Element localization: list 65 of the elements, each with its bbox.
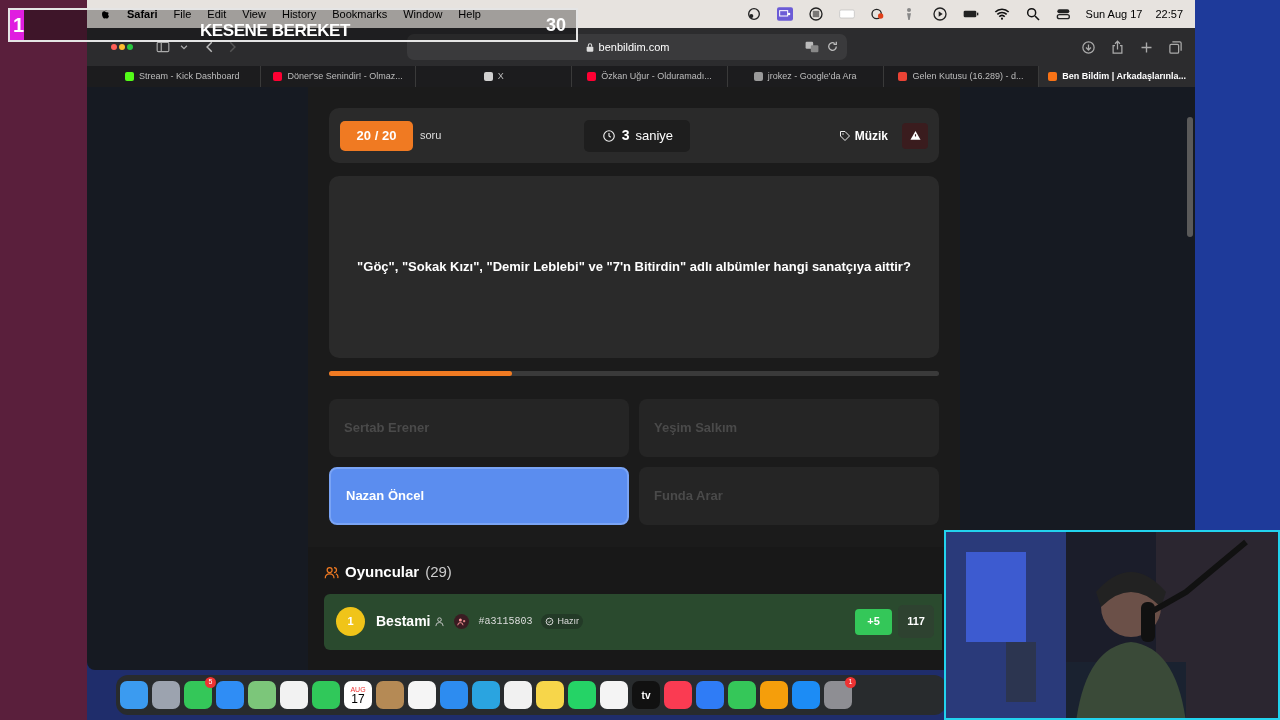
app-icon[interactable]: tv [632,681,660,709]
menu-item[interactable]: Window [403,5,443,23]
screen-share-icon[interactable] [775,6,794,22]
download-icon[interactable] [1081,39,1096,55]
clock-icon [601,128,616,143]
menu-item[interactable]: Edit [207,5,227,23]
share-icon[interactable] [1110,39,1125,55]
warning-icon [909,130,921,141]
category-label: Müzik [854,127,888,145]
scrollbar[interactable] [1187,117,1193,237]
report-button[interactable] [902,122,928,149]
app-icon[interactable] [504,681,532,709]
timer-unit: saniye [635,126,674,145]
address-bar[interactable]: benbildim.com [407,34,847,60]
app-icon[interactable] [312,681,340,709]
status-badge: Hazır [541,613,583,630]
menu-item[interactable]: Bookmarks [332,5,388,23]
menu-item[interactable]: View [242,5,266,23]
app-label: tv [641,688,651,703]
players-count: (29) [425,562,452,582]
menu-time: 22:57 [1155,6,1183,22]
calendar-day: 17 [351,692,365,705]
lock-icon [584,41,595,53]
browser-tab[interactable]: Stream - Kick Dashboard [105,66,261,87]
app-icon[interactable] [568,681,596,709]
app-icon[interactable] [280,681,308,709]
app-icon[interactable] [152,681,180,709]
question-counter: 20 / 20 [340,120,413,151]
menu-date: Sun Aug 17 [1085,6,1143,22]
tabs-overview-icon[interactable] [1168,39,1183,55]
menu-item[interactable]: Safari [127,5,158,23]
users-icon [324,564,339,580]
player-name: Bestami [376,612,431,631]
sidebar-icon[interactable] [155,40,171,54]
tag-icon [838,129,851,142]
grid-icon[interactable] [806,6,825,22]
menu-item[interactable]: Help [458,5,481,23]
browser-tab[interactable]: Ben Bildim | Arkadaşlarınla... [1039,66,1195,87]
control-center-icon[interactable] [1054,6,1073,22]
question-text: "Göç", "Sokak Kızı", "Demir Leblebi" ve "7'n Bitirdin" adlı albümler hangi sanatçıya aittir? [357,258,911,277]
user-plus-icon [457,617,467,626]
menu-item[interactable]: File [173,5,192,23]
app-icon[interactable] [248,681,276,709]
app-icon[interactable] [760,681,788,709]
player-tag: #a3115803 [478,614,533,629]
app-icon[interactable] [536,681,564,709]
translate-icon[interactable] [804,40,820,54]
user-icon [434,616,446,627]
play-icon[interactable] [930,6,949,22]
app-icon[interactable] [408,681,436,709]
wifi-icon[interactable] [992,6,1011,22]
menu-item[interactable]: History [281,5,317,23]
counter-label: soru [420,128,442,144]
chevron-down-icon[interactable] [179,42,189,52]
rank-badge: 1 [336,607,365,636]
app-icon[interactable] [600,681,628,709]
check-circle-icon [545,617,555,626]
rank-number: 1 [12,13,25,38]
players-title: Oyuncular [345,562,420,582]
url-text: benbildim.com [598,39,670,55]
timer-value: 3 [621,126,630,145]
reload-icon[interactable] [826,40,839,53]
player-score: 117 [898,605,934,638]
points-gained: +5 [855,608,892,635]
app-icon[interactable] [728,681,756,709]
